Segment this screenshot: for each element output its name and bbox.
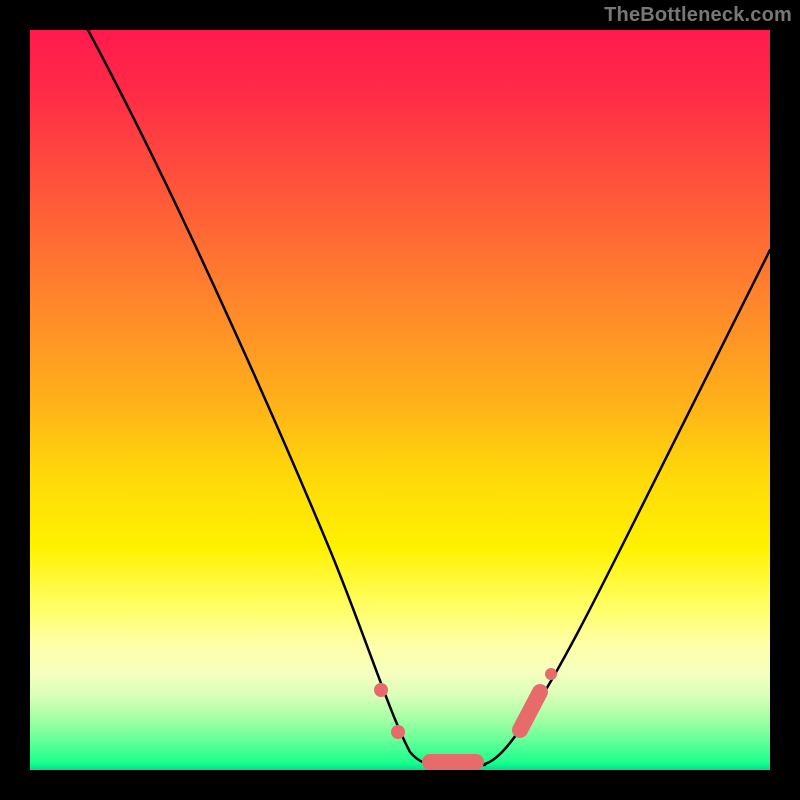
curve-right bbox=[480, 250, 770, 765]
marker-pill-floor bbox=[422, 754, 484, 770]
chart-stage: TheBottleneck.com bbox=[0, 0, 800, 800]
marker-dot-3 bbox=[545, 668, 557, 680]
marker-pill-right bbox=[520, 692, 540, 730]
marker-dot-1 bbox=[374, 683, 388, 697]
curve-left bbox=[88, 30, 440, 765]
watermark-text: TheBottleneck.com bbox=[604, 4, 792, 27]
plot-area bbox=[30, 30, 770, 770]
marker-dot-2 bbox=[391, 725, 405, 739]
curve-svg bbox=[30, 30, 770, 770]
